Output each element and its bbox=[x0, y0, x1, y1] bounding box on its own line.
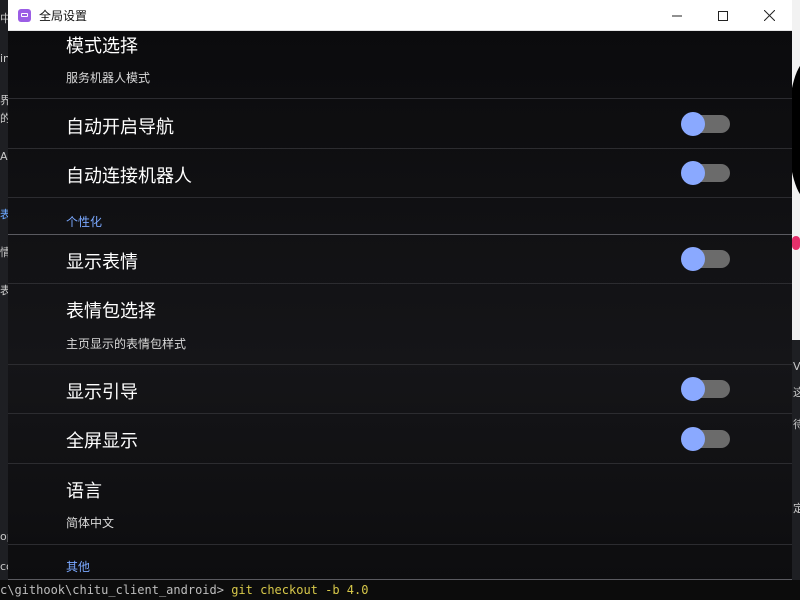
auto-navigation-label: 自动开启导航 bbox=[66, 117, 174, 138]
auto-connect-row: 自动连接机器人 bbox=[8, 149, 792, 198]
background-window-left: 中 in 界 的 A 表 情 表 op co bbox=[0, 0, 14, 600]
language-value: 简体中文 bbox=[66, 516, 115, 530]
mode-select-value: 服务机器人模式 bbox=[66, 71, 151, 85]
auto-navigation-row: 自动开启导航 bbox=[8, 99, 792, 149]
terminal-prompt: c\githook\chitu_client_android> bbox=[0, 583, 224, 597]
window-title: 全局设置 bbox=[39, 8, 88, 23]
expression-pack-row[interactable]: 表情包选择 主页显示的表情包样式 bbox=[8, 284, 792, 365]
show-expression-row: 显示表情 bbox=[8, 235, 792, 284]
background-text: A bbox=[0, 150, 8, 163]
terminal-command: git checkout -b 4.0 bbox=[231, 583, 369, 597]
maximize-icon bbox=[718, 10, 728, 21]
expression-pack-description: 主页显示的表情包样式 bbox=[66, 337, 187, 351]
mode-select-row[interactable]: 模式选择 服务机器人模式 bbox=[8, 31, 792, 99]
close-button[interactable] bbox=[746, 0, 792, 31]
auto-navigation-toggle[interactable] bbox=[681, 112, 731, 136]
fullscreen-toggle[interactable] bbox=[681, 427, 731, 451]
auto-connect-toggle[interactable] bbox=[681, 161, 731, 185]
language-row[interactable]: 语言 简体中文 bbox=[8, 464, 792, 545]
minimize-icon bbox=[672, 15, 682, 16]
background-text: 待 bbox=[793, 418, 800, 431]
settings-list: 模式选择 服务机器人模式 自动开启导航 自动连接机器人 个性化 显示表情 表情包… bbox=[8, 31, 792, 580]
background-terminal-line: c\githook\chitu_client_android> git chec… bbox=[0, 580, 800, 600]
personalization-section: 个性化 bbox=[8, 198, 792, 235]
auto-connect-label: 自动连接机器人 bbox=[66, 166, 192, 187]
maximize-button[interactable] bbox=[700, 0, 746, 31]
fullscreen-row: 全屏显示 bbox=[8, 414, 792, 464]
window-controls bbox=[654, 0, 792, 31]
mode-select-label: 模式选择 bbox=[66, 36, 138, 57]
fullscreen-label: 全屏显示 bbox=[66, 431, 138, 452]
other-header: 其他 bbox=[66, 560, 91, 574]
expression-pack-label: 表情包选择 bbox=[66, 301, 156, 322]
close-icon bbox=[763, 10, 775, 21]
show-expression-label: 显示表情 bbox=[66, 252, 138, 273]
background-text: 这 bbox=[793, 386, 800, 399]
settings-window: 全局设置 模式选择 服务机器人模式 自动开启导航 自动连接机器人 个性化 显示表… bbox=[8, 0, 792, 580]
show-guide-label: 显示引导 bbox=[66, 382, 138, 403]
language-label: 语言 bbox=[66, 481, 102, 502]
personalization-header: 个性化 bbox=[66, 215, 103, 229]
section-divider bbox=[8, 579, 792, 580]
background-text: V bbox=[793, 360, 800, 373]
show-expression-toggle[interactable] bbox=[681, 247, 731, 271]
minimize-button[interactable] bbox=[654, 0, 700, 31]
show-guide-row: 显示引导 bbox=[8, 365, 792, 414]
other-section: 其他 bbox=[8, 545, 792, 580]
background-image bbox=[792, 0, 800, 340]
show-guide-toggle[interactable] bbox=[681, 377, 731, 401]
background-text: 定 bbox=[793, 502, 800, 515]
title-bar[interactable]: 全局设置 bbox=[8, 0, 792, 31]
settings-app-icon bbox=[18, 8, 31, 22]
